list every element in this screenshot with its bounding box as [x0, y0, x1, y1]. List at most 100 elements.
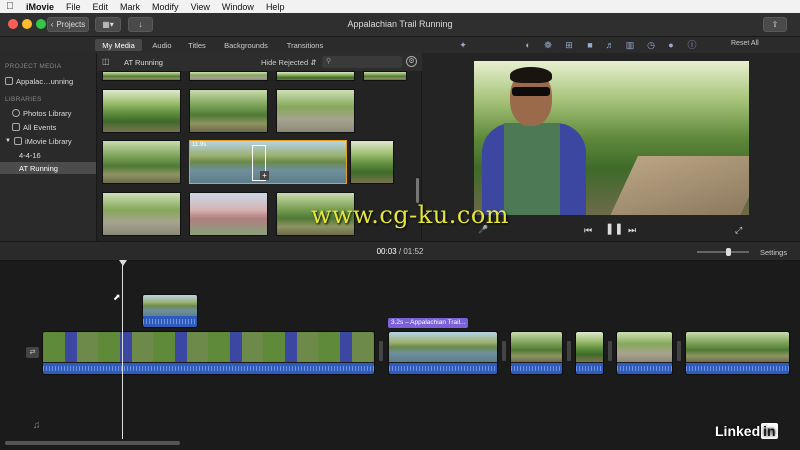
clip-filter-icon[interactable]: ●	[665, 39, 677, 51]
linkedin-logo: Linked in	[715, 423, 778, 439]
import-button[interactable]: ↓	[128, 17, 153, 32]
media-thumbnail[interactable]	[350, 140, 394, 184]
volume-icon[interactable]: ♬	[604, 39, 616, 51]
tab-titles[interactable]: Titles	[183, 39, 211, 51]
transition-handle[interactable]	[502, 341, 506, 361]
expand-clips-icon[interactable]: ⇄	[26, 347, 39, 358]
libraries-heading: LIBRARIES	[5, 96, 42, 103]
timeline-clip[interactable]	[616, 331, 673, 375]
close-window-button[interactable]	[8, 19, 18, 29]
fullscreen-window-button[interactable]	[36, 19, 46, 29]
color-correction-icon[interactable]: ❁	[542, 39, 554, 51]
settings-gear-icon[interactable]: ⚙	[406, 56, 417, 67]
tab-my-media[interactable]: My Media	[95, 39, 142, 51]
video-preview	[474, 61, 749, 215]
share-icon: ⇧	[771, 20, 779, 29]
title-clip[interactable]: 3.2s – Appalachian Trail...	[388, 318, 469, 328]
project-media-heading: PROJECT MEDIA	[5, 63, 62, 70]
projects-button[interactable]: ‹ Projects	[47, 17, 89, 32]
sidebar-item-all-events[interactable]: All Events	[12, 121, 56, 133]
sidebar-item-event-4-4-16[interactable]: 4-4-16	[19, 149, 41, 161]
sidebar-item-photos-library[interactable]: Photos Library	[12, 107, 71, 119]
clip-audio-waveform	[617, 363, 672, 374]
media-view-toggle-button[interactable]: ▦▾	[95, 17, 121, 32]
search-input[interactable]: ⚲	[322, 56, 402, 68]
clip-audio-waveform	[389, 363, 497, 374]
menu-file[interactable]: File	[60, 2, 87, 12]
transition-handle[interactable]	[567, 341, 571, 361]
reset-all-button[interactable]: Reset All	[731, 40, 759, 47]
menu-window[interactable]: Window	[216, 2, 260, 12]
timeline-clip[interactable]	[575, 331, 604, 375]
transition-handle[interactable]	[677, 341, 681, 361]
info-icon[interactable]: ⓘ	[686, 39, 698, 51]
media-thumbnail[interactable]	[189, 89, 268, 133]
apple-menu-icon[interactable]: 	[0, 1, 20, 12]
transition-handle[interactable]	[608, 341, 612, 361]
timeline-scrollbar[interactable]	[5, 441, 180, 445]
menu-view[interactable]: View	[185, 2, 216, 12]
browser-tabs-row: My Media Audio Titles Backgrounds Transi…	[0, 37, 800, 53]
minimize-window-button[interactable]	[22, 19, 32, 29]
tab-backgrounds[interactable]: Backgrounds	[219, 39, 273, 51]
sidebar-item-label: All Events	[23, 122, 57, 132]
timeline-clip-main[interactable]	[42, 331, 375, 375]
tab-audio[interactable]: Audio	[147, 39, 177, 51]
search-icon: ⚲	[326, 58, 332, 65]
timeline-clip[interactable]	[510, 331, 563, 375]
menu-modify[interactable]: Modify	[146, 2, 185, 12]
skip-back-icon[interactable]: ⏮	[584, 225, 592, 236]
tab-transitions[interactable]: Transitions	[282, 39, 328, 51]
clip-thumbnail	[576, 332, 603, 362]
timeline-clip[interactable]	[685, 331, 790, 375]
fullscreen-icon[interactable]: ⤢	[735, 225, 742, 236]
timecode: 00:03 / 01:52	[340, 247, 460, 256]
media-thumbnail[interactable]	[189, 192, 268, 236]
speed-icon[interactable]: ◷	[645, 39, 657, 51]
sidebar-item-imovie-library[interactable]: ▼ iMovie Library	[5, 135, 72, 147]
updown-chevron-icon: ⇵	[310, 58, 317, 67]
media-thumbnail[interactable]	[276, 89, 355, 133]
menu-edit[interactable]: Edit	[87, 2, 115, 12]
media-thumbnail[interactable]	[189, 71, 268, 81]
photos-icon	[12, 109, 20, 117]
timeline-header: 00:03 / 01:52 Settings	[0, 241, 800, 261]
media-thumbnail[interactable]	[363, 71, 407, 81]
sidebar-toggle-icon[interactable]: ◫	[102, 57, 110, 66]
media-thumbnail[interactable]	[102, 89, 181, 133]
stabilization-icon[interactable]: ■	[584, 39, 596, 51]
crop-icon[interactable]: ⊞	[563, 39, 575, 51]
playhead-line[interactable]	[122, 263, 123, 439]
menu-help[interactable]: Help	[260, 2, 291, 12]
menu-mark[interactable]: Mark	[114, 2, 146, 12]
disclosure-triangle-icon[interactable]: ▼	[5, 138, 11, 144]
zoom-slider-knob[interactable]	[726, 248, 731, 256]
sidebar-item-label: iMovie Library	[24, 136, 72, 146]
sidebar-item-project[interactable]: Appalac…unning	[5, 75, 73, 87]
playhead-marker[interactable]	[119, 260, 127, 266]
media-thumbnail[interactable]	[102, 71, 181, 81]
timeline-settings-button[interactable]: Settings	[760, 248, 787, 257]
zoom-slider-track[interactable]	[697, 251, 749, 253]
share-button[interactable]: ⇧	[763, 17, 787, 32]
color-balance-icon[interactable]: ◐	[522, 39, 534, 51]
media-thumbnail-selected[interactable]: 11.9s +	[189, 140, 347, 184]
magic-wand-icon[interactable]: ✦	[457, 39, 469, 51]
filter-dropdown[interactable]: Hide Rejected ⇵	[261, 58, 317, 67]
media-thumbnail[interactable]	[276, 71, 355, 81]
noise-reduction-icon[interactable]: ▥	[624, 39, 636, 51]
add-clip-icon[interactable]: +	[260, 171, 269, 180]
timeline-clip[interactable]	[388, 331, 498, 375]
skip-forward-icon[interactable]: ⏭	[628, 225, 636, 236]
media-thumbnail[interactable]	[102, 192, 181, 236]
sidebar-item-label: Appalac…unning	[16, 76, 74, 86]
sidebar-item-at-running[interactable]: AT Running	[0, 162, 96, 174]
sidebar-item-label: AT Running	[19, 163, 58, 173]
cutaway-clip[interactable]	[142, 294, 198, 328]
pause-icon[interactable]: ❚❚	[605, 222, 623, 235]
clip-audio-waveform	[143, 316, 197, 327]
transition-handle[interactable]	[379, 341, 383, 361]
menu-imovie[interactable]: iMovie	[20, 2, 60, 12]
media-thumbnail[interactable]	[102, 140, 181, 184]
browser-scrollbar[interactable]	[416, 178, 419, 203]
